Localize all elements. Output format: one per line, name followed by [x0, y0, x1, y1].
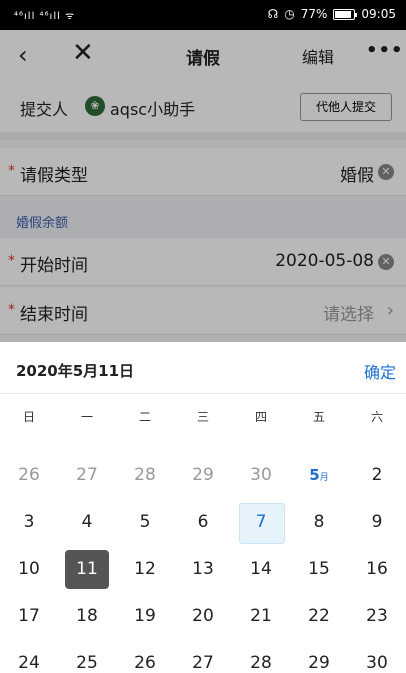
- day-number: 29: [308, 653, 330, 673]
- weekday-label: 五: [312, 410, 325, 424]
- weekday-label: 六: [370, 410, 383, 424]
- day-number: 23: [366, 606, 388, 626]
- day-cell[interactable]: 30: [348, 640, 406, 673]
- day-number: 29: [192, 465, 214, 485]
- day-number: 4: [81, 512, 93, 532]
- signal-wifi-indicators: ⁴⁶ıll ⁴⁶ıll ᯤ: [14, 11, 76, 22]
- day-cell[interactable]: 20: [174, 593, 232, 640]
- day-cell[interactable]: 25: [58, 640, 116, 673]
- day-number: 30: [366, 653, 388, 673]
- day-cell[interactable]: 4: [58, 499, 116, 546]
- day-number: 6: [197, 512, 209, 532]
- day-number: 5月: [309, 466, 329, 484]
- date-picker-header: 2020年5月11日 确定: [0, 342, 406, 394]
- day-cell[interactable]: 10: [0, 546, 58, 593]
- headset-icon: ☊: [267, 7, 279, 21]
- day-cell[interactable]: 21: [232, 593, 290, 640]
- battery-percent: 77%: [300, 7, 328, 21]
- day-cell[interactable]: 26: [116, 640, 174, 673]
- day-number: 28: [134, 465, 156, 485]
- date-picker-sheet: 2020年5月11日 确定 日一二三四五六 26 27 28 29 30 5月 2 3 4 5 6 7…: [0, 342, 406, 673]
- selected-date: 2020年5月11日: [16, 362, 135, 380]
- day-number: 5: [139, 512, 151, 532]
- day-number: 30: [250, 465, 272, 485]
- day-cell[interactable]: 5: [116, 499, 174, 546]
- day-number: 15: [308, 559, 330, 579]
- day-cell[interactable]: 27: [58, 452, 116, 499]
- day-cell[interactable]: 9: [348, 499, 406, 546]
- clock: 09:05: [361, 7, 396, 21]
- day-cell[interactable]: 17: [0, 593, 58, 640]
- day-cell[interactable]: 22: [290, 593, 348, 640]
- modal-overlay[interactable]: [0, 30, 406, 372]
- day-cell-selected[interactable]: 11: [58, 546, 116, 593]
- day-cell[interactable]: 29: [290, 640, 348, 673]
- day-number: 14: [250, 559, 272, 579]
- day-number: 28: [250, 653, 272, 673]
- status-right: ☊ ◷ 77% 09:05: [268, 7, 396, 21]
- day-number: 8: [313, 512, 325, 532]
- day-number: 26: [18, 465, 40, 485]
- day-number: 12: [134, 559, 156, 579]
- day-cell[interactable]: 2: [348, 452, 406, 499]
- day-number: 19: [134, 606, 156, 626]
- day-number: 13: [192, 559, 214, 579]
- day-cell[interactable]: 16: [348, 546, 406, 593]
- day-number: 24: [18, 653, 40, 673]
- calendar-grid: 26 27 28 29 30 5月 2 3 4 5 6 7 8 9 10 11 12 13 14 15 16 17 18 19…: [0, 452, 406, 673]
- day-number: 18: [76, 606, 98, 626]
- weekday-label: 二: [138, 410, 151, 424]
- day-number: 16: [366, 559, 388, 579]
- day-number: 27: [192, 653, 214, 673]
- day-cell[interactable]: 18: [58, 593, 116, 640]
- day-number: 3: [23, 512, 35, 532]
- day-cell[interactable]: 12: [116, 546, 174, 593]
- day-cell[interactable]: 26: [0, 452, 58, 499]
- day-number: 11: [76, 559, 98, 579]
- alarm-icon: ◷: [284, 7, 295, 21]
- weekday-label: 一: [80, 410, 93, 424]
- day-number: 2: [371, 465, 383, 485]
- day-cell[interactable]: 28: [232, 640, 290, 673]
- day-cell[interactable]: 3: [0, 499, 58, 546]
- day-number: 21: [250, 606, 272, 626]
- day-number: 25: [76, 653, 98, 673]
- day-cell[interactable]: 8: [290, 499, 348, 546]
- weekday-header: 日一二三四五六: [0, 394, 406, 440]
- day-number: 27: [76, 465, 98, 485]
- day-number: 9: [371, 512, 383, 532]
- day-cell-today[interactable]: 7: [232, 499, 290, 546]
- day-cell[interactable]: 14: [232, 546, 290, 593]
- status-bar: ⁴⁶ıll ⁴⁶ıll ᯤ ☊ ◷ 77% 09:05: [0, 0, 406, 30]
- leave-form: ‹ ✕ 请假 编辑 ••• 提交人 ❀ aqsc小助手 代他人提交 * 请假类型…: [0, 30, 406, 372]
- weekday-label: 三: [196, 410, 209, 424]
- day-cell[interactable]: 24: [0, 640, 58, 673]
- day-cell[interactable]: 27: [174, 640, 232, 673]
- day-cell[interactable]: 30: [232, 452, 290, 499]
- weekday-label: 日: [22, 410, 35, 424]
- day-cell[interactable]: 19: [116, 593, 174, 640]
- day-number: 22: [308, 606, 330, 626]
- day-number: 17: [18, 606, 40, 626]
- month-suffix: 月: [319, 473, 329, 483]
- weekday-label: 四: [254, 410, 267, 424]
- day-cell[interactable]: 6: [174, 499, 232, 546]
- day-cell[interactable]: 5月: [290, 452, 348, 499]
- day-cell[interactable]: 13: [174, 546, 232, 593]
- day-cell[interactable]: 28: [116, 452, 174, 499]
- day-cell[interactable]: 29: [174, 452, 232, 499]
- day-number: 20: [192, 606, 214, 626]
- day-number: 7: [255, 512, 267, 532]
- confirm-button[interactable]: 确定: [364, 359, 396, 383]
- battery-icon: [333, 8, 358, 20]
- day-cell[interactable]: 15: [290, 546, 348, 593]
- day-cell[interactable]: 23: [348, 593, 406, 640]
- day-number: 10: [18, 559, 40, 579]
- day-number: 26: [134, 653, 156, 673]
